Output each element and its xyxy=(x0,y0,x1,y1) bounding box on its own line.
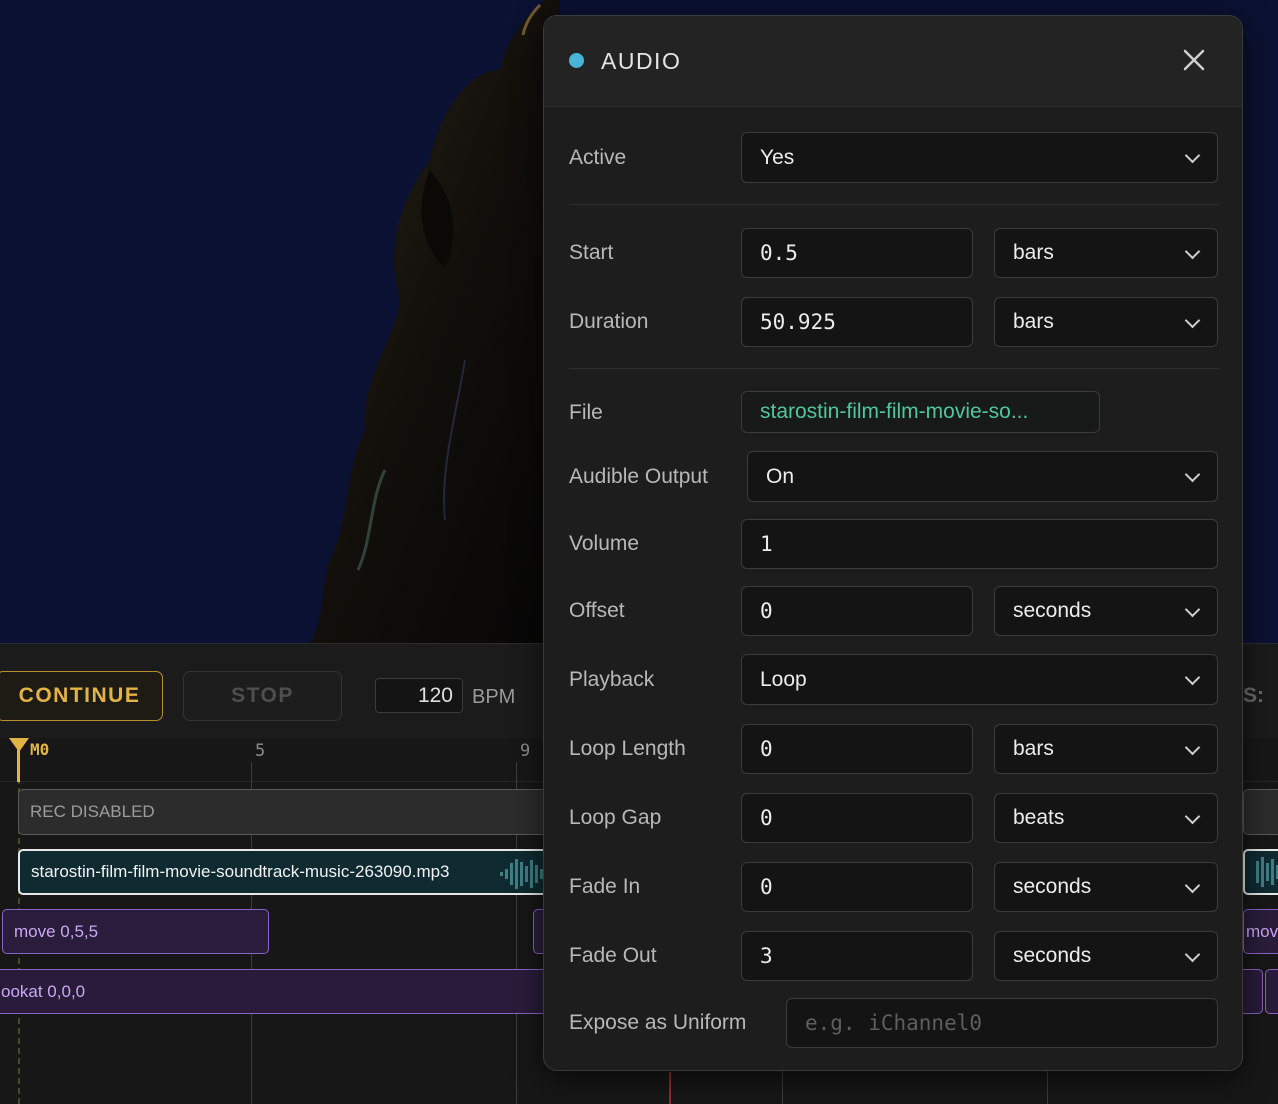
stop-button[interactable]: STOP xyxy=(183,671,342,721)
lookat-clip-label: ookat 0,0,0 xyxy=(1,981,86,1001)
file-label: File xyxy=(569,401,603,424)
fade-out-input[interactable]: 3 xyxy=(741,931,973,981)
continue-button[interactable]: CONTINUE xyxy=(0,671,163,721)
fade-out-label: Fade Out xyxy=(569,944,657,967)
expose-uniform-input[interactable]: e.g. iChannel0 xyxy=(786,998,1218,1048)
move-clip-label: move 0,5,5 xyxy=(14,921,99,941)
start-input[interactable]: 0.5 xyxy=(741,228,973,278)
fade-in-unit-select[interactable]: seconds xyxy=(994,862,1218,912)
loop-length-input[interactable]: 0 xyxy=(741,724,973,774)
offset-input[interactable]: 0 xyxy=(741,586,973,636)
playback-select[interactable]: Loop xyxy=(741,654,1218,705)
start-unit-value: bars xyxy=(1013,241,1054,264)
playhead-stem xyxy=(17,750,20,782)
duration-input[interactable]: 50.925 xyxy=(741,297,973,347)
loop-length-unit-select[interactable]: bars xyxy=(994,724,1218,774)
loop-gap-input[interactable]: 0 xyxy=(741,793,973,843)
loop-gap-unit-value: beats xyxy=(1013,806,1065,829)
active-select[interactable]: Yes xyxy=(741,132,1218,183)
marker-label: M0 xyxy=(30,740,50,759)
active-label: Active xyxy=(569,146,627,169)
loop-gap-unit-select[interactable]: beats xyxy=(994,793,1218,843)
volume-value: 1 xyxy=(760,532,773,556)
waveform-icon xyxy=(1256,857,1278,887)
start-label: Start xyxy=(569,241,614,264)
audio-panel: AUDIO Active Yes Start 0.5 bars Duration… xyxy=(543,15,1243,1071)
duration-unit-select[interactable]: bars xyxy=(994,297,1218,347)
loop-length-unit-value: bars xyxy=(1013,737,1054,760)
fade-out-unit-select[interactable]: seconds xyxy=(994,931,1218,981)
transport-right-label: S: xyxy=(1243,684,1264,707)
bpm-label: BPM xyxy=(472,686,516,708)
fade-out-unit-value: seconds xyxy=(1013,944,1092,967)
volume-label: Volume xyxy=(569,532,640,555)
audio-clip-label: starostin-film-film-movie-soundtrack-mus… xyxy=(31,862,450,881)
move-clip-label: move xyxy=(1246,921,1278,941)
offset-unit-select[interactable]: seconds xyxy=(994,586,1218,636)
expose-uniform-label: Expose as Uniform xyxy=(569,1011,747,1034)
start-unit-select[interactable]: bars xyxy=(994,228,1218,278)
rec-track[interactable]: REC DISABLED xyxy=(18,789,618,835)
fade-in-value: 0 xyxy=(760,875,773,899)
volume-input[interactable]: 1 xyxy=(741,519,1218,569)
fade-out-value: 3 xyxy=(760,944,773,968)
audio-clip-continuation[interactable] xyxy=(1243,849,1278,895)
loop-length-value: 0 xyxy=(760,737,773,761)
audible-output-value: On xyxy=(766,464,795,488)
audible-output-label: Audible Output xyxy=(569,465,708,488)
tick-label-9: 9 xyxy=(520,741,531,761)
offset-unit-value: seconds xyxy=(1013,599,1092,622)
loop-gap-value: 0 xyxy=(760,806,773,830)
fade-in-input[interactable]: 0 xyxy=(741,862,973,912)
loop-gap-label: Loop Gap xyxy=(569,806,662,829)
file-value: starostin-film-film-movie-so... xyxy=(760,400,1029,423)
move-clip[interactable]: move 0,5,5 xyxy=(2,909,269,954)
move-clip[interactable]: move xyxy=(1243,909,1278,954)
status-dot-icon xyxy=(569,53,584,68)
fade-in-label: Fade In xyxy=(569,875,641,898)
rec-track-continuation[interactable] xyxy=(1243,789,1278,835)
audible-output-select[interactable]: On xyxy=(747,451,1218,502)
tick-label-5: 5 xyxy=(255,741,266,761)
playhead-marker-icon[interactable] xyxy=(9,738,29,752)
playback-label: Playback xyxy=(569,668,655,691)
start-value: 0.5 xyxy=(760,241,798,265)
audio-clip[interactable]: starostin-film-film-movie-soundtrack-mus… xyxy=(18,849,618,895)
divider xyxy=(569,368,1219,369)
offset-label: Offset xyxy=(569,599,625,622)
lookat-clip[interactable] xyxy=(1265,969,1278,1014)
rec-track-label: REC DISABLED xyxy=(30,802,155,821)
duration-value: 50.925 xyxy=(760,310,836,334)
expose-uniform-placeholder: e.g. iChannel0 xyxy=(805,1011,983,1035)
duration-label: Duration xyxy=(569,310,649,333)
current-time-line xyxy=(669,1072,671,1104)
active-value: Yes xyxy=(760,145,795,169)
duration-unit-value: bars xyxy=(1013,310,1054,333)
close-icon[interactable] xyxy=(1180,46,1208,74)
file-picker[interactable]: starostin-film-film-movie-so... xyxy=(741,391,1100,433)
fade-in-unit-value: seconds xyxy=(1013,875,1092,898)
bpm-input[interactable]: 120 xyxy=(375,678,463,713)
panel-header: AUDIO xyxy=(544,16,1242,107)
playback-value: Loop xyxy=(760,667,807,691)
panel-title: AUDIO xyxy=(601,48,682,74)
loop-length-label: Loop Length xyxy=(569,737,686,760)
offset-value: 0 xyxy=(760,599,773,623)
divider xyxy=(569,204,1219,205)
